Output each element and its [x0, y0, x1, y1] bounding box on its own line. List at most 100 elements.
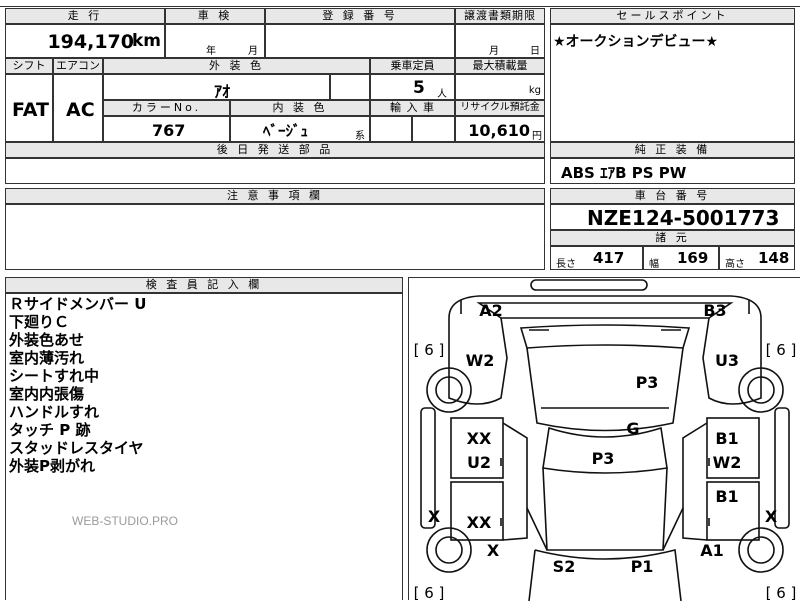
mark-b3: B3	[703, 301, 726, 320]
notes-cell	[5, 204, 545, 270]
mark-p1: P1	[631, 557, 654, 576]
inspector-line: タッチ P 跡	[9, 421, 91, 439]
inspector-cell: Ｒサイドメンバー U 下廻りＣ 外装色あせ 室内薄汚れ シートすれ中 室内内張傷…	[5, 293, 403, 600]
mark-w2-top: W2	[466, 351, 495, 370]
inspection-month-unit: 月	[248, 46, 258, 57]
notes-header: 注 意 事 項 欄	[5, 188, 545, 204]
import-cell-left	[370, 116, 412, 142]
interior-color-cell: ﾍﾞｰｼﾞｭ 系	[230, 116, 370, 142]
later-parts-header: 後 日 発 送 部 品	[5, 142, 545, 158]
mark-u3: U3	[715, 351, 739, 370]
inspector-line: シートすれ中	[9, 367, 100, 385]
later-parts-cell	[5, 158, 545, 184]
color-no-cell: 767	[103, 116, 230, 142]
exterior-color-extra-cell	[330, 74, 370, 100]
sales-point-header: セールスポイント	[550, 8, 795, 24]
equipment-header: 純 正 装 備	[550, 142, 795, 158]
shift-header: シフト	[5, 58, 53, 74]
registration-header: 登 録 番 号	[265, 8, 455, 24]
inspection-year-unit: 年	[206, 46, 216, 57]
max-load-unit: kg	[528, 85, 541, 96]
height-label: 高さ	[725, 259, 745, 270]
inspector-line: ハンドルすれ	[9, 403, 100, 421]
interior-color-value: ﾍﾞｰｼﾞｭ	[263, 122, 309, 140]
top-clipped-strip	[0, 0, 800, 7]
mark-xx-left: XX	[467, 429, 492, 448]
inspector-line: スタッドレスタイヤ	[9, 439, 144, 457]
transfer-cell: 月 日	[455, 24, 545, 58]
tire-depth-front-left: [ 6 ]	[414, 341, 445, 359]
chassis-cell: NZE124-5001773	[550, 204, 795, 230]
sales-point-text: ★オークションデビュー★	[553, 34, 719, 50]
capacity-unit: 人	[437, 89, 447, 100]
color-no-value: 767	[152, 121, 186, 140]
transfer-day-unit: 日	[530, 46, 540, 57]
width-value: 169	[677, 249, 709, 267]
ac-cell: AC	[53, 74, 103, 142]
height-cell: 高さ 148	[719, 246, 795, 270]
mark-b1-right: B1	[715, 429, 738, 448]
tire-depth-rear-right: [ 6 ]	[766, 584, 797, 601]
sales-point-cell: ★オークションデビュー★	[550, 24, 795, 142]
length-value: 417	[593, 249, 625, 267]
max-load-header: 最大積載量	[455, 58, 545, 74]
mark-a1: A1	[700, 541, 724, 560]
equipment-value: ABS ｴｱB PS PW	[561, 164, 687, 182]
max-load-cell: kg	[455, 74, 545, 100]
recycle-value: 10,610	[468, 121, 530, 140]
mark-x-bottom: X	[487, 541, 500, 560]
dims-header: 諸 元	[550, 230, 795, 246]
recycle-unit: 円	[532, 131, 542, 142]
mileage-value: 194,170	[47, 31, 134, 53]
height-value: 148	[758, 249, 790, 267]
mark-x-left: X	[428, 507, 441, 526]
inspector-line: 外装色あせ	[9, 331, 85, 349]
inspector-line: 室内内張傷	[9, 385, 85, 403]
inspector-lines: Ｒサイドメンバー U 下廻りＣ 外装色あせ 室内薄汚れ シートすれ中 室内内張傷…	[9, 295, 146, 475]
length-label: 長さ	[556, 259, 576, 270]
color-no-header: カラーNo.	[103, 100, 230, 116]
inspector-line: 下廻りＣ	[9, 313, 70, 331]
mark-u2: U2	[467, 453, 491, 472]
inspection-header: 車 検	[165, 8, 265, 24]
recycle-header: リサイクル預託金	[455, 100, 545, 116]
mark-x-right: X	[765, 507, 778, 526]
capacity-value: 5	[413, 78, 425, 98]
mark-p3-mid: P3	[592, 449, 615, 468]
capacity-header: 乗車定員	[370, 58, 455, 74]
width-label: 幅	[649, 259, 659, 270]
mark-w2-right: W2	[713, 453, 742, 472]
registration-cell	[265, 24, 455, 58]
import-cell-right	[412, 116, 455, 142]
exterior-color-cell: ｱｵ	[103, 74, 330, 100]
width-cell: 幅 169	[643, 246, 719, 270]
tire-depth-front-right: [ 6 ]	[766, 341, 797, 359]
car-diagram-frame: A2 B3 W2 U3 P3 G XX U2 P3 B1 W2 B1 XX X …	[408, 277, 800, 601]
mileage-cell: 194,170 km	[5, 24, 165, 58]
inspector-line: Ｒサイドメンバー U	[9, 295, 147, 313]
recycle-cell: 10,610 円	[455, 116, 545, 142]
ac-header: エアコン	[53, 58, 103, 74]
tire-depth-rear-left: [ 6 ]	[414, 584, 445, 601]
mark-a2: A2	[479, 301, 503, 320]
exterior-color-header: 外 装 色	[103, 58, 370, 74]
inspector-header: 検 査 員 記 入 欄	[5, 277, 403, 293]
capacity-cell: 5 人	[370, 74, 455, 100]
mark-p3-top: P3	[636, 373, 659, 392]
mark-s2: S2	[553, 557, 576, 576]
inspector-line: 外装P剥がれ	[9, 457, 95, 475]
interior-color-header: 内 装 色	[230, 100, 370, 116]
inspection-cell: 年 月	[165, 24, 265, 58]
mark-xx-left2: XX	[467, 513, 492, 532]
mark-b1-right2: B1	[715, 487, 738, 506]
transfer-header: 譲渡書類期限	[455, 8, 545, 24]
chassis-header: 車 台 番 号	[550, 188, 795, 204]
exterior-color-value: ｱｵ	[214, 82, 231, 100]
length-cell: 長さ 417	[550, 246, 643, 270]
car-diagram: A2 B3 W2 U3 P3 G XX U2 P3 B1 W2 B1 XX X …	[414, 279, 797, 601]
shift-value: FAT	[12, 99, 49, 121]
mileage-header: 走 行	[5, 8, 165, 24]
chassis-value: NZE124-5001773	[587, 206, 780, 230]
interior-color-suffix: 系	[355, 131, 365, 142]
shift-cell: FAT	[5, 74, 53, 142]
